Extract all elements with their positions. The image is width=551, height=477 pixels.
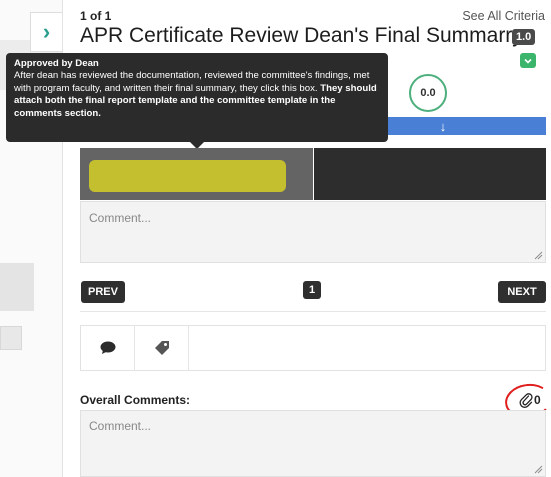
tooltip-title: Approved by Dean: [14, 58, 99, 69]
see-all-criteria-link[interactable]: See All Criteria: [462, 9, 545, 23]
tag-icon: [154, 341, 169, 355]
overall-comments-label: Overall Comments:: [80, 393, 191, 407]
tab-tags[interactable]: [135, 326, 189, 370]
expand-panel-button[interactable]: ›: [30, 12, 62, 52]
background-strip: [0, 326, 22, 350]
collapse-button[interactable]: [520, 53, 536, 68]
overall-comment-field[interactable]: Comment...: [80, 410, 546, 477]
resize-handle-icon[interactable]: [534, 465, 543, 474]
version-badge: 1.0: [512, 29, 536, 45]
arrow-down-icon: ↓: [439, 118, 447, 134]
speech-bubble-icon: [100, 341, 115, 354]
criteria-tooltip: Approved by Dean After dean has reviewed…: [6, 53, 388, 142]
chevron-down-icon: [524, 58, 532, 64]
criteria-title: APR Certificate Review Dean's Final Summ…: [80, 24, 523, 47]
next-button[interactable]: NEXT: [498, 281, 546, 303]
tab-comments[interactable]: [81, 326, 135, 370]
page-number[interactable]: 1: [303, 281, 321, 299]
rubric-review-page: › 1 of 1 See All Criteria APR Certificat…: [0, 0, 551, 477]
chevron-right-icon: ›: [42, 19, 51, 44]
overall-comment-placeholder: Comment...: [89, 419, 152, 433]
comment-tabs: [80, 325, 546, 371]
background-strip: [0, 263, 34, 311]
prev-button[interactable]: PREV: [81, 281, 125, 303]
criteria-counter: 1 of 1: [80, 9, 112, 23]
resize-handle-icon[interactable]: [534, 251, 543, 260]
score-circle: 0.0: [409, 74, 447, 112]
comment-placeholder: Comment...: [89, 211, 152, 225]
rating-cell[interactable]: [314, 148, 546, 200]
section-divider: [80, 311, 546, 312]
criteria-comment-field[interactable]: Comment...: [80, 201, 546, 263]
tooltip-body: After dean has reviewed the documentatio…: [14, 70, 370, 94]
redaction-highlight: [89, 160, 286, 192]
